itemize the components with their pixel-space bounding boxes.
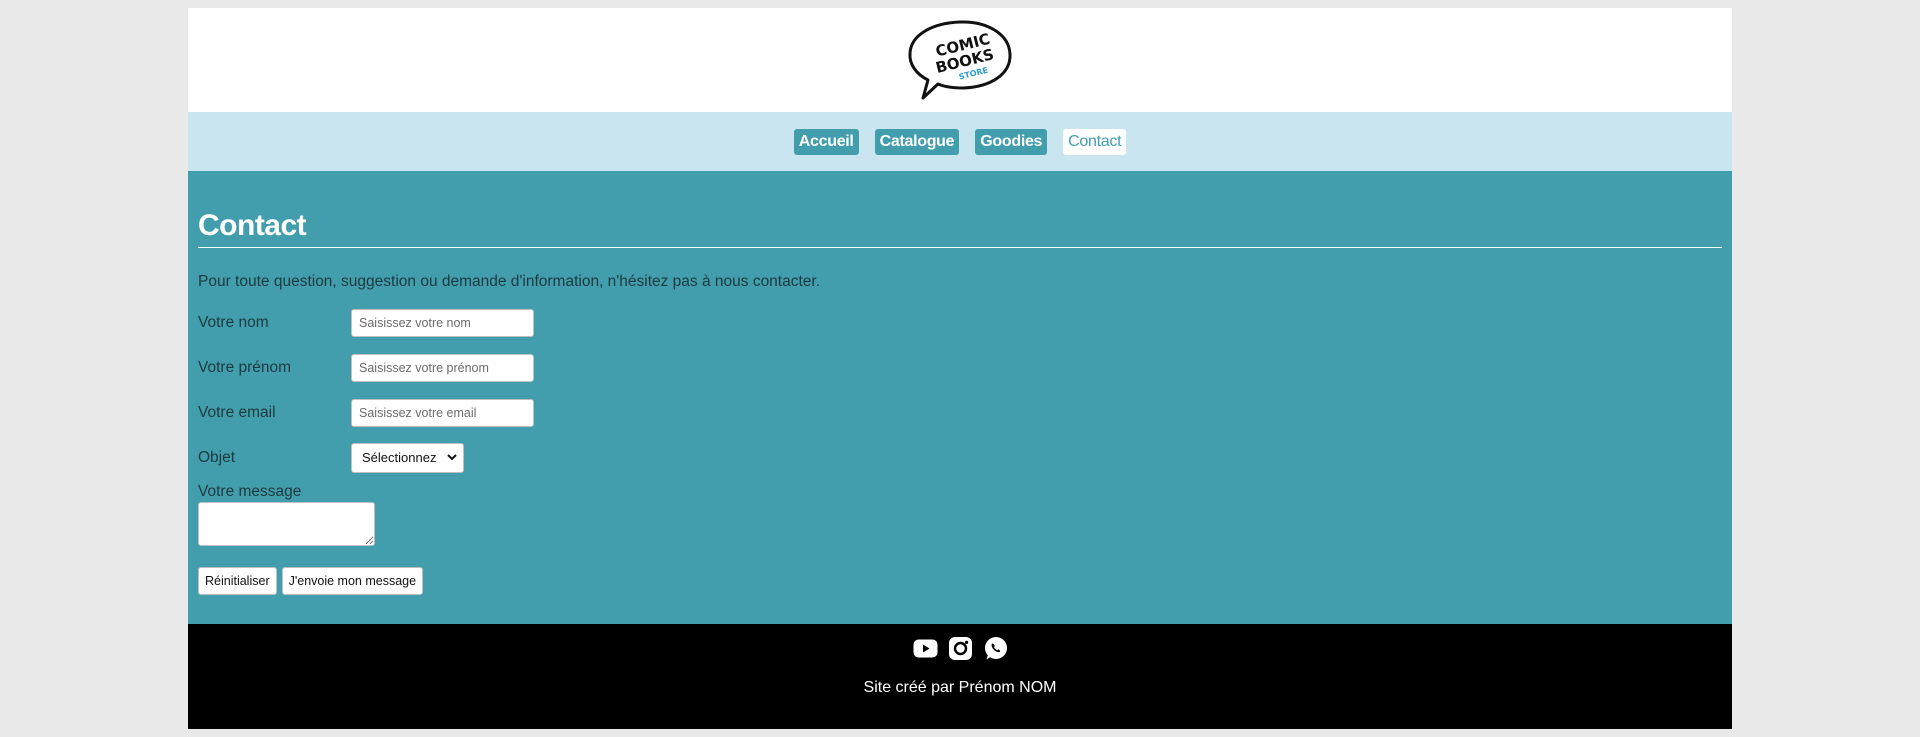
- contact-form: Votre nom Votre prénom Votre email Objet…: [198, 300, 1722, 595]
- subject-label: Objet: [198, 448, 236, 466]
- page-container: COMIC BOOKS STORE Accueil Catalogue Good…: [188, 8, 1732, 729]
- intro-text: Pour toute question, suggestion ou deman…: [198, 273, 821, 290]
- submit-button[interactable]: J'envoie mon message: [281, 567, 424, 595]
- email-label: Votre email: [198, 403, 276, 421]
- subject-select[interactable]: Sélectionnez: [351, 442, 464, 473]
- social-links: [913, 636, 1008, 661]
- chevron-down-icon: [447, 454, 457, 461]
- main-content: Contact Pour toute question, suggestion …: [188, 171, 1732, 624]
- name-row: Votre nom: [198, 300, 1722, 345]
- firstname-row: Votre prénom: [198, 345, 1722, 390]
- subject-row: Objet Sélectionnez: [198, 435, 1722, 480]
- instagram-icon[interactable]: [948, 636, 973, 661]
- footer-credit: Site créé par Prénom NOM: [863, 679, 1057, 696]
- site-footer: Site créé par Prénom NOM: [188, 624, 1732, 729]
- nav-link-catalogue[interactable]: Catalogue: [874, 128, 960, 155]
- title-divider: [198, 247, 1722, 248]
- email-input[interactable]: [351, 398, 534, 427]
- main-nav: Accueil Catalogue Goodies Contact: [188, 112, 1732, 171]
- form-buttons: Réinitialiser J'envoie mon message: [198, 567, 1722, 595]
- message-block: Votre message: [198, 482, 1722, 546]
- firstname-label: Votre prénom: [198, 358, 292, 376]
- message-label: Votre message: [198, 483, 302, 500]
- subject-selected-value: Sélectionnez: [362, 450, 437, 465]
- youtube-icon[interactable]: [913, 636, 938, 661]
- comic-books-store-logo[interactable]: COMIC BOOKS STORE: [905, 18, 1015, 102]
- site-header: COMIC BOOKS STORE: [188, 8, 1732, 112]
- firstname-input[interactable]: [351, 353, 534, 382]
- nav-link-goodies[interactable]: Goodies: [975, 128, 1048, 155]
- email-row: Votre email: [198, 390, 1722, 435]
- page-title: Contact: [198, 209, 307, 242]
- name-input[interactable]: [351, 308, 534, 337]
- name-label: Votre nom: [198, 313, 269, 331]
- whatsapp-icon[interactable]: [983, 636, 1008, 661]
- nav-link-accueil[interactable]: Accueil: [793, 128, 859, 155]
- message-textarea[interactable]: [198, 502, 375, 546]
- nav-link-contact[interactable]: Contact: [1063, 128, 1127, 155]
- reset-button[interactable]: Réinitialiser: [198, 567, 277, 595]
